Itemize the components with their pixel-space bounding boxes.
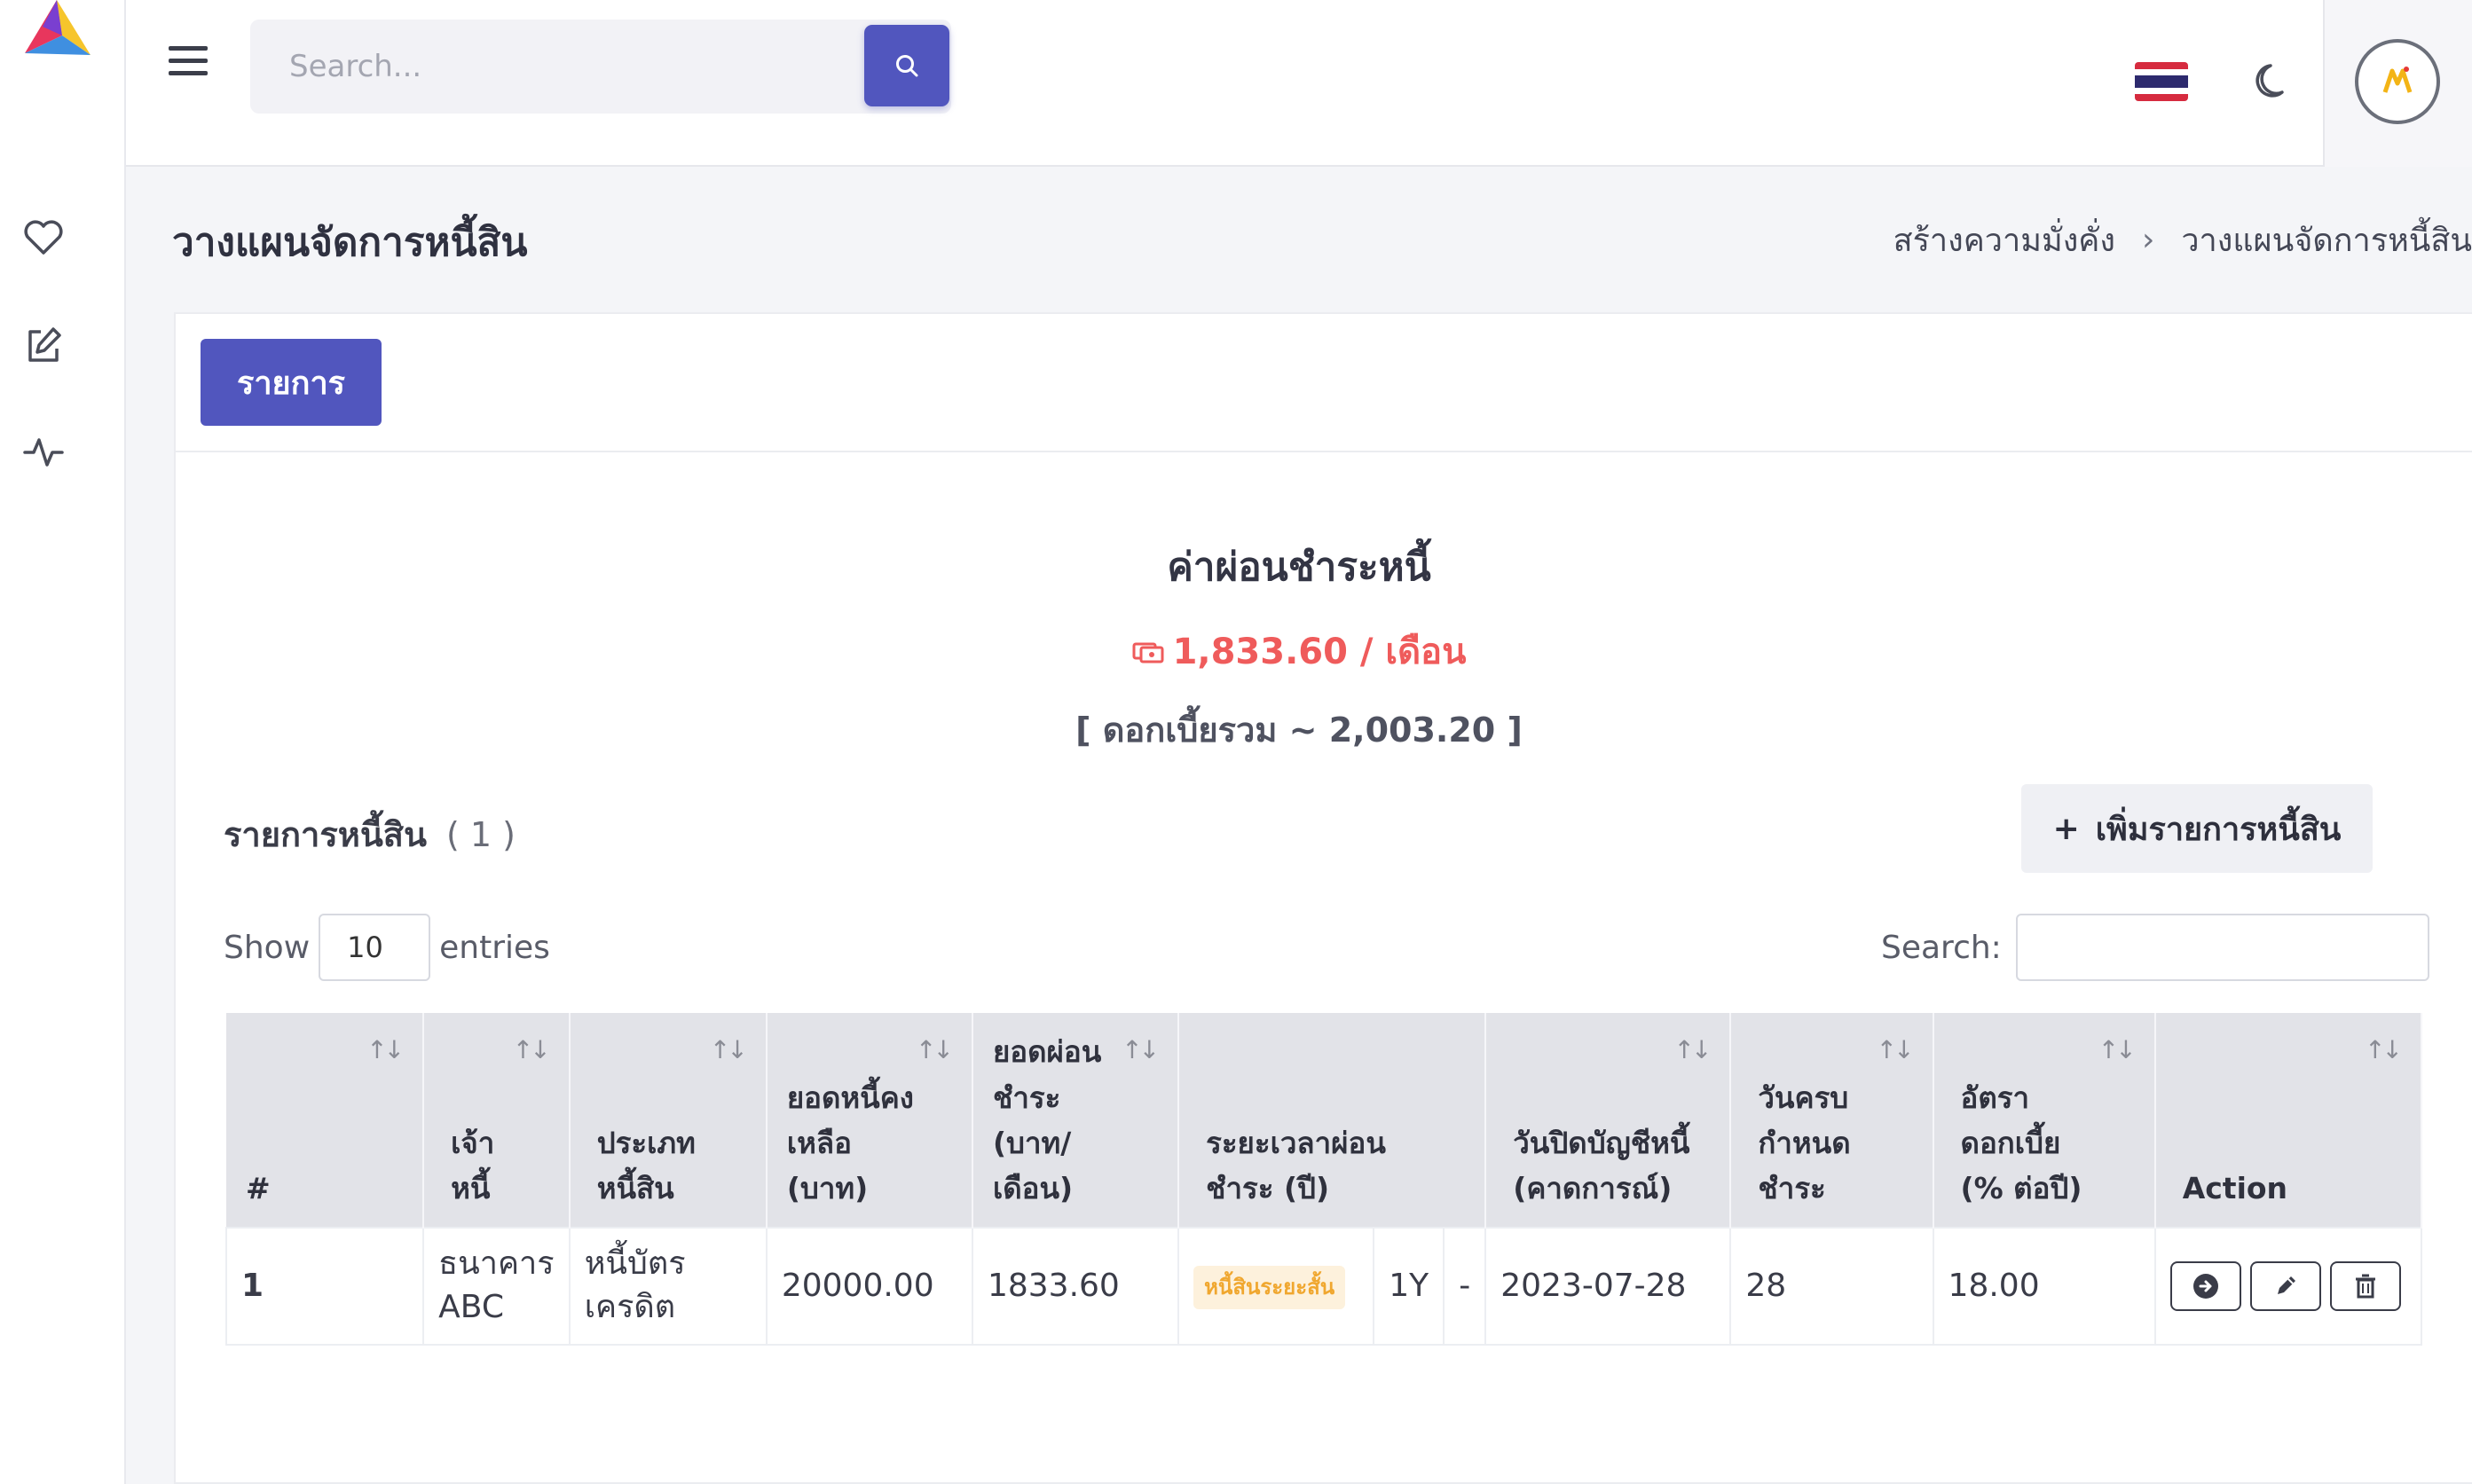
column-due-day[interactable]: ↑↓ วันครบกำหนดชำระ bbox=[1730, 1013, 1934, 1228]
table-header-row: ↑↓ # ↑↓ เจ้าหนี้ ↑↓ ประเภทหนี้สิน ↑↓ ยอดหนี้… bbox=[226, 1013, 2423, 1228]
sort-icon: ↑↓ bbox=[1876, 1035, 1915, 1064]
add-debt-label: เพิ่มรายการหนี้สิน bbox=[2095, 811, 2342, 848]
cell-term-badge: หนี้สินระยะสั้น bbox=[1177, 1227, 1375, 1346]
breadcrumb-item-wealth[interactable]: สร้างความมั่งคั่ง bbox=[1893, 215, 2115, 265]
entries-label: entries bbox=[439, 929, 550, 966]
edit-button[interactable] bbox=[2249, 1261, 2321, 1311]
sort-icon: ↑↓ bbox=[512, 1035, 551, 1064]
sort-icon: ↑↓ bbox=[916, 1035, 954, 1064]
summary-amount: 1,833.60 / เดือน bbox=[176, 623, 2422, 679]
tab-list[interactable]: รายการ bbox=[201, 339, 382, 426]
column-term[interactable]: ระยะเวลาผ่อนชำระ (ปี) bbox=[1178, 1013, 1487, 1228]
column-creditor[interactable]: ↑↓ เจ้าหนี้ bbox=[423, 1013, 571, 1228]
column-balance[interactable]: ↑↓ ยอดหนี้คงเหลือ (บาท) bbox=[766, 1013, 973, 1228]
table-search-input[interactable] bbox=[2015, 914, 2429, 981]
debt-table: ↑↓ # ↑↓ เจ้าหนี้ ↑↓ ประเภทหนี้สิน ↑↓ ยอดหนี้… bbox=[224, 1013, 2423, 1346]
sort-icon: ↑↓ bbox=[366, 1035, 405, 1064]
sort-icon: ↑↓ bbox=[2365, 1035, 2403, 1064]
search-icon bbox=[896, 55, 918, 77]
cell-term: 1Y bbox=[1373, 1227, 1445, 1346]
card-header: รายการ bbox=[176, 314, 2472, 452]
pencil-icon bbox=[2277, 1276, 2295, 1294]
column-payment[interactable]: ↑↓ ยอดผ่อนชำระ (บาท/เดือน) bbox=[972, 1013, 1180, 1228]
avatar[interactable] bbox=[2355, 39, 2440, 124]
table-search: Search: bbox=[1881, 914, 2429, 981]
monthly-payment-value: 1,833.60 / เดือน bbox=[1172, 632, 1467, 672]
cell-actions bbox=[2153, 1227, 2423, 1346]
trash-icon bbox=[2355, 1274, 2375, 1299]
debt-list-heading: รายการหนี้สิน ( 1 ) bbox=[224, 807, 516, 861]
breadcrumb: สร้างความมั่งคั่ง › วางแผนจัดการหนี้สิน bbox=[1893, 215, 2472, 265]
cell-balance: 20000.00 bbox=[765, 1227, 973, 1346]
activity-icon[interactable] bbox=[20, 428, 67, 475]
breadcrumb-item-current: วางแผนจัดการหนี้สิน bbox=[2181, 223, 2472, 259]
payment-summary: ค่าผ่อนชำระหนี้ 1,833.60 / เดือน [ ดอกเบ… bbox=[176, 536, 2422, 757]
sort-icon: ↑↓ bbox=[1122, 1035, 1160, 1064]
debt-list-count: ( 1 ) bbox=[445, 815, 516, 854]
column-action[interactable]: ↑↓ Action bbox=[2154, 1013, 2423, 1228]
money-icon bbox=[1132, 642, 1164, 663]
page-title: วางแผนจัดการหนี้สิน bbox=[172, 220, 528, 265]
debt-plan-card: รายการ ค่าผ่อนชำระหนี้ 1,833.60 / เดือน … bbox=[174, 312, 2472, 1484]
column-close-date[interactable]: ↑↓ วันปิดบัญชีหนี้ (คาดการณ์) bbox=[1485, 1013, 1732, 1228]
menu-toggle-icon[interactable] bbox=[169, 46, 208, 85]
column-debt-type[interactable]: ↑↓ ประเภทหนี้สิน bbox=[569, 1013, 768, 1228]
cell-due-day: 28 bbox=[1729, 1227, 1934, 1346]
sort-icon: ↑↓ bbox=[709, 1035, 748, 1064]
short-term-badge: หนี้สินระยะสั้น bbox=[1193, 1266, 1346, 1309]
moon-icon[interactable] bbox=[2247, 55, 2300, 108]
thai-flag-icon[interactable] bbox=[2135, 62, 2188, 101]
heart-icon[interactable] bbox=[20, 213, 67, 261]
sidebar bbox=[0, 0, 126, 1484]
breadcrumb-separator: › bbox=[2141, 222, 2155, 258]
view-button[interactable] bbox=[2169, 1261, 2241, 1311]
sort-icon: ↑↓ bbox=[1673, 1035, 1712, 1064]
cell-term-dash: - bbox=[1443, 1227, 1487, 1346]
cell-payment: 1833.60 bbox=[971, 1227, 1180, 1346]
cell-interest-rate: 18.00 bbox=[1932, 1227, 2156, 1346]
table-search-label: Search: bbox=[1881, 929, 2002, 966]
cell-close-date: 2023-07-28 bbox=[1484, 1227, 1732, 1346]
show-label: Show bbox=[224, 929, 311, 966]
entries-select[interactable] bbox=[319, 914, 431, 981]
plus-icon: + bbox=[2052, 810, 2080, 847]
global-search bbox=[250, 20, 951, 114]
column-interest-rate[interactable]: ↑↓ อัตราดอกเบี้ย (% ต่อปี) bbox=[1933, 1013, 2156, 1228]
global-search-input[interactable] bbox=[250, 20, 736, 114]
arrow-circle-right-icon bbox=[2193, 1274, 2218, 1299]
cell-index: 1 bbox=[224, 1227, 425, 1346]
search-button[interactable] bbox=[864, 25, 949, 106]
sort-icon: ↑↓ bbox=[2098, 1035, 2137, 1064]
summary-title: ค่าผ่อนชำระหนี้ bbox=[1167, 545, 1431, 590]
entries-control: Show entries bbox=[224, 914, 550, 981]
edit-icon[interactable] bbox=[20, 321, 67, 369]
cell-debt-type: หนี้บัตรเครดิต bbox=[568, 1227, 768, 1346]
total-interest: [ ดอกเบี้ยรวม ~ 2,003.20 ] bbox=[1075, 711, 1523, 750]
app-logo[interactable] bbox=[16, 0, 92, 57]
delete-button[interactable] bbox=[2329, 1261, 2401, 1311]
top-header bbox=[126, 0, 2472, 167]
add-debt-button[interactable]: + เพิ่มรายการหนี้สิน bbox=[2021, 784, 2373, 873]
table-row: 1 ธนาคาร ABC หนี้บัตรเครดิต 20000.00 183… bbox=[224, 1227, 2423, 1346]
debt-list-title: รายการหนี้สิน bbox=[224, 815, 427, 854]
column-index[interactable]: ↑↓ # bbox=[226, 1013, 425, 1228]
cell-creditor: ธนาคาร ABC bbox=[422, 1227, 571, 1346]
user-menu bbox=[2323, 0, 2472, 167]
